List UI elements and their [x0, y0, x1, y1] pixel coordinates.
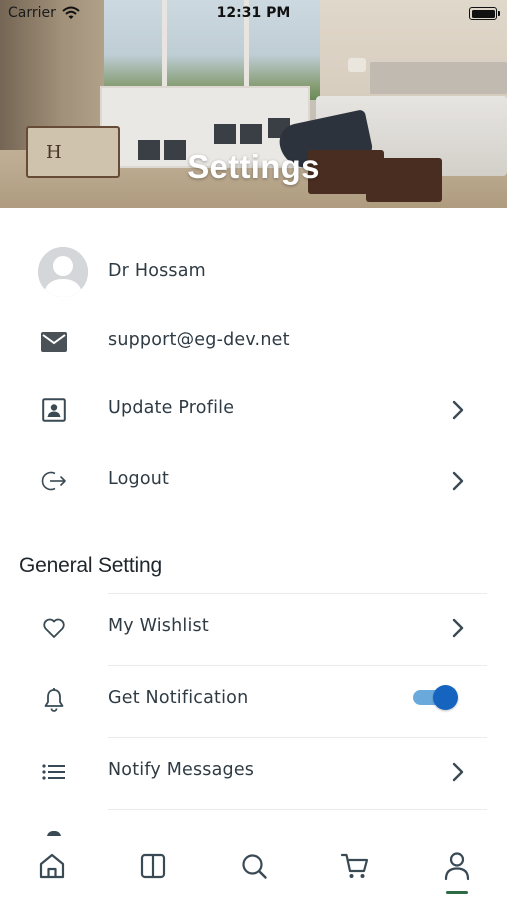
active-tab-indicator	[446, 891, 468, 894]
logout-row[interactable]: Logout	[0, 451, 507, 511]
email-row: support@eg-dev.net	[0, 312, 507, 372]
search-icon	[242, 854, 267, 879]
wishlist-label: My Wishlist	[108, 616, 209, 636]
update-profile-label: Update Profile	[108, 398, 235, 418]
logout-label: Logout	[108, 469, 170, 489]
chevron-right-icon	[452, 762, 464, 782]
notification-label: Get Notification	[108, 688, 249, 708]
user-name-row: Dr Hossam	[0, 243, 507, 303]
chevron-right-icon	[452, 471, 464, 491]
divider	[108, 737, 487, 738]
chevron-right-icon	[452, 400, 464, 420]
page-title: Settings	[187, 148, 320, 185]
tab-home[interactable]	[36, 850, 68, 882]
tab-categories[interactable]	[137, 850, 169, 882]
categories-icon	[140, 853, 166, 879]
status-time: 12:31 PM	[216, 5, 291, 21]
user-name: Dr Hossam	[108, 261, 206, 281]
tab-cart[interactable]	[339, 850, 371, 882]
list-icon	[40, 758, 68, 786]
wishlist-row[interactable]: My Wishlist	[0, 598, 507, 658]
cart-icon	[340, 853, 369, 878]
notify-messages-label: Notify Messages	[108, 760, 255, 780]
update-profile-row[interactable]: Update Profile	[0, 380, 507, 440]
logout-icon	[40, 467, 68, 495]
battery-icon	[469, 7, 500, 20]
user-icon	[444, 852, 470, 881]
chevron-right-icon	[452, 618, 464, 638]
notification-row: Get Notification	[0, 670, 507, 730]
divider	[108, 665, 487, 666]
user-email: support@eg-dev.net	[108, 330, 290, 350]
mail-icon	[40, 328, 68, 356]
divider	[108, 593, 487, 594]
notify-messages-row[interactable]: Notify Messages	[0, 742, 507, 802]
status-bar: Carrier 12:31 PM	[0, 0, 507, 28]
heart-icon	[40, 614, 68, 642]
toggle-knob	[433, 685, 458, 710]
bell-icon	[40, 686, 68, 714]
profile-card-icon	[40, 396, 68, 424]
tab-profile[interactable]	[441, 850, 473, 882]
divider	[108, 809, 487, 810]
notification-toggle[interactable]	[413, 684, 458, 710]
home-icon	[39, 853, 65, 879]
section-title-general-setting: General Setting	[19, 554, 162, 577]
tab-search[interactable]	[238, 850, 270, 882]
bottom-tab-bar	[0, 836, 507, 900]
